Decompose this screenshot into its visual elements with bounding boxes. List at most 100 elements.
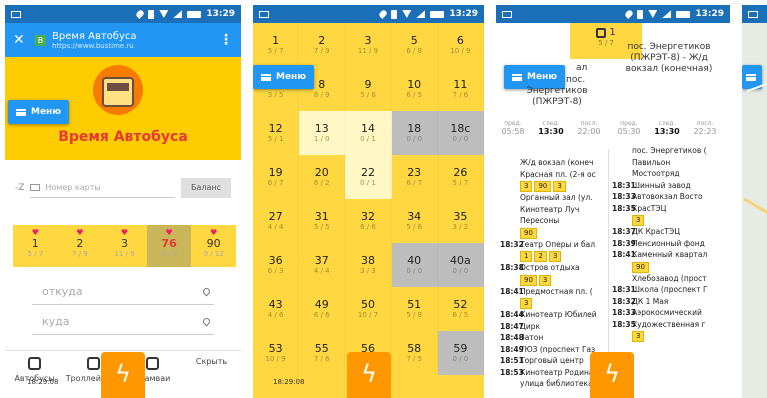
route-cell[interactable]: 6 10 / 9: [437, 23, 484, 67]
route-chip[interactable]: 90: [632, 261, 649, 273]
stop-row[interactable]: 3: [500, 297, 606, 309]
browser-url[interactable]: https://www.bustime.ru: [52, 42, 137, 50]
route-chip[interactable]: 3: [553, 181, 566, 192]
stop-row[interactable]: 90: [612, 261, 728, 273]
stop-row[interactable]: 18:41Предмостная пл. (: [500, 286, 606, 298]
stop-row[interactable]: 3: [612, 214, 728, 226]
stop-row[interactable]: Хлебозавод (прост: [612, 273, 728, 285]
menu-button[interactable]: Меню: [253, 65, 315, 89]
stop-row[interactable]: 18:37ДК КрасТЭЦ: [612, 226, 728, 238]
stop-row[interactable]: 18:38Остров отдыха: [500, 262, 606, 274]
route-cell[interactable]: 38 3 / 3: [345, 243, 392, 287]
stop-row[interactable]: 18:48Затон: [500, 332, 606, 344]
menu-button[interactable]: Меню: [8, 100, 70, 124]
route-cell[interactable]: 59 0 / 0: [437, 331, 484, 375]
stop-row[interactable]: 3: [612, 330, 728, 342]
close-icon[interactable]: ✕: [13, 32, 29, 48]
route-chip[interactable]: 3: [520, 298, 533, 309]
route-cell[interactable]: 13 1 / 0: [299, 111, 346, 155]
stop-row[interactable]: 18:35КрасТЭЦ: [612, 203, 728, 215]
stop-row[interactable]: 90: [500, 227, 606, 239]
favorite-route[interactable]: ♥ 1 5 / 7: [13, 225, 58, 267]
stop-row[interactable]: 18:41Каменный квартал: [612, 249, 728, 261]
route-cell[interactable]: 40а 0 / 0: [437, 243, 484, 287]
route-cell[interactable]: 18с 0 / 0: [437, 111, 484, 155]
route-chip[interactable]: 3: [520, 181, 533, 192]
stop-row[interactable]: Органный зал (ул.: [500, 192, 606, 204]
route-cell[interactable]: 40 0 / 0: [391, 243, 438, 287]
route-cell[interactable]: 58 7 / 5: [391, 331, 438, 375]
route-cell[interactable]: 11 7 / 6: [437, 67, 484, 111]
from-input[interactable]: откуда: [32, 279, 214, 305]
lightning-icon[interactable]: ϟ: [590, 352, 634, 398]
favorite-route[interactable]: ♥ 2 7 / 9: [58, 225, 103, 267]
route-cell[interactable]: 27 4 / 4: [253, 199, 300, 243]
route-cell[interactable]: 26 5 / 7: [437, 155, 484, 199]
route-cell[interactable]: 18 0 / 0: [391, 111, 438, 155]
favorite-route[interactable]: ♥ 90 9 / 12: [191, 225, 236, 267]
route-chip[interactable]: 3: [632, 215, 645, 226]
lightning-icon[interactable]: ϟ: [101, 352, 145, 398]
route-cell[interactable]: 50 10 / 7: [345, 287, 392, 331]
stop-row[interactable]: 18:33Автовокзал Восто: [612, 191, 728, 203]
stop-row[interactable]: 123: [500, 250, 606, 262]
route-cell[interactable]: 19 6 / 7: [253, 155, 300, 199]
to-input[interactable]: куда: [32, 309, 214, 335]
route-chip[interactable]: 3: [548, 251, 562, 262]
route-chip[interactable]: 3: [632, 331, 645, 342]
stop-row[interactable]: 18:35Художественная г: [612, 319, 728, 331]
stop-row[interactable]: Павильон: [612, 157, 728, 169]
more-options-icon[interactable]: ⋮: [219, 32, 233, 48]
favorite-route[interactable]: ♥ 76 0 / 0: [146, 225, 192, 267]
route-cell[interactable]: 53 10 / 9: [253, 331, 300, 375]
stop-row[interactable]: Кинотеатр Луч: [500, 204, 606, 216]
location-pin-icon[interactable]: [201, 316, 212, 327]
stop-row[interactable]: 18:47Цирк: [500, 321, 606, 333]
route-cell[interactable]: 35 3 / 2: [437, 199, 484, 243]
route-chip[interactable]: 2: [534, 251, 547, 262]
stop-row[interactable]: 18:39Пенсионный фонд: [612, 238, 728, 250]
route-chip[interactable]: 90: [520, 227, 537, 239]
stop-row[interactable]: Ж/д вокзал (конеч: [500, 157, 606, 169]
route-cell[interactable]: 23 6 / 7: [391, 155, 438, 199]
route-cell[interactable]: 22 0 / 1: [345, 155, 392, 199]
route-cell[interactable]: 14 0 / 1: [345, 111, 392, 155]
stop-row[interactable]: 18:32Театр Оперы и бал: [500, 239, 606, 251]
route-cell[interactable]: 32 6 / 6: [345, 199, 392, 243]
route-chip[interactable]: 90: [534, 181, 552, 192]
card-number-input[interactable]: Номер карты: [30, 178, 175, 198]
route-cell[interactable]: 43 4 / 6: [253, 287, 300, 331]
favorite-route[interactable]: ♥ 3 11 / 9: [102, 225, 147, 267]
stop-row[interactable]: 18:44Кинотеатр Юбилей: [500, 309, 606, 321]
tab-buses[interactable]: Автобусы: [5, 351, 64, 398]
route-cell[interactable]: 27 / 9: [299, 23, 346, 67]
route-cell[interactable]: 49 6 / 6: [299, 287, 346, 331]
stop-row[interactable]: 18:31Шинный завод: [612, 180, 728, 192]
route-cell[interactable]: 31 5 / 5: [299, 199, 346, 243]
stop-row[interactable]: 3 90 3: [500, 180, 606, 192]
route-cell[interactable]: 56 / 8: [391, 23, 438, 67]
stop-row[interactable]: 90 3: [500, 274, 606, 286]
route-cell[interactable]: 20 6 / 2: [299, 155, 346, 199]
route-cell[interactable]: 10 6 / 5: [391, 67, 438, 111]
route-cell[interactable]: 95 / 6: [345, 67, 392, 111]
stop-row[interactable]: Красная пл. (2-я ос: [500, 169, 606, 181]
tab-hide[interactable]: Скрыть: [116, 351, 241, 398]
route-cell[interactable]: 51 5 / 8: [391, 287, 438, 331]
route-cell[interactable]: 36 6 / 3: [253, 243, 300, 287]
route-chip[interactable]: 1: [520, 251, 533, 262]
route-chip[interactable]: 3: [538, 274, 552, 286]
route-cell[interactable]: 55 7 / 6: [299, 331, 346, 375]
route-cell[interactable]: 3 11 / 9: [345, 23, 392, 67]
route-cell[interactable]: 12 5 / 1: [253, 111, 300, 155]
stop-row[interactable]: Мостоотряд: [612, 168, 728, 180]
location-pin-icon[interactable]: [201, 286, 212, 297]
lightning-icon[interactable]: ϟ: [347, 352, 391, 398]
stop-row[interactable]: 18:32ДК 1 Мая: [612, 296, 728, 308]
stop-row[interactable]: 18:33Аэрокосмический: [612, 307, 728, 319]
route-cell[interactable]: 34 5 / 6: [391, 199, 438, 243]
route-cell[interactable]: 52 6 / 5: [437, 287, 484, 331]
route-cell[interactable]: 37 4 / 4: [299, 243, 346, 287]
balance-button[interactable]: Баланс: [180, 178, 231, 198]
route-chip[interactable]: 90: [520, 274, 537, 286]
